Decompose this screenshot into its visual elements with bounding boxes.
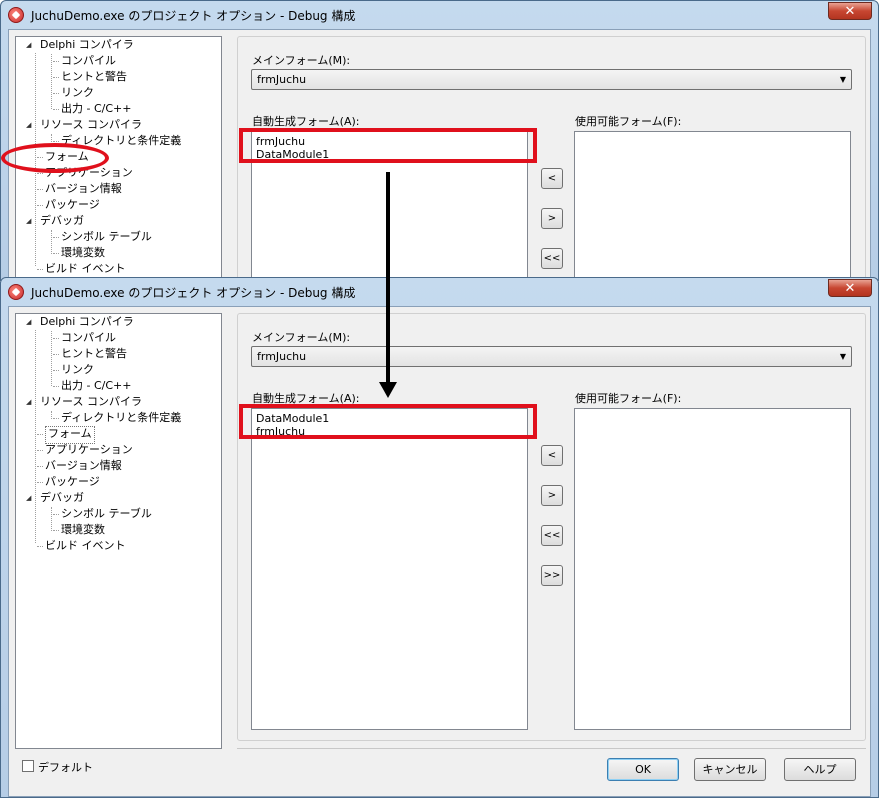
- move-all-left-button[interactable]: <<: [541, 525, 563, 546]
- title-bar[interactable]: JuchuDemo.exe のプロジェクト オプション - Debug 構成 ✕: [1, 278, 878, 306]
- tree-expand-icon[interactable]: ◢: [26, 117, 34, 133]
- help-button[interactable]: ヘルプ: [784, 758, 856, 781]
- tree-item-build-events[interactable]: ビルド イベント: [45, 538, 126, 554]
- close-icon: ✕: [844, 4, 856, 19]
- forms-panel: メインフォーム(M): frmJuchu ▼ 自動生成フォーム(A): Data…: [237, 313, 866, 741]
- tree-expand-icon[interactable]: ◢: [26, 213, 34, 229]
- default-checkbox-label[interactable]: デフォルト: [38, 759, 93, 775]
- highlight-box-bottom: [239, 404, 537, 439]
- available-label: 使用可能フォーム(F):: [575, 392, 682, 405]
- main-form-combo[interactable]: frmJuchu ▼: [251, 346, 852, 367]
- tree-item-delphi-compiler[interactable]: Delphi コンパイラ: [40, 37, 134, 53]
- main-form-label: メインフォーム(M):: [252, 54, 351, 67]
- down-arrow-head-icon: [379, 382, 397, 398]
- separator: [237, 748, 866, 749]
- options-tree[interactable]: ◢ Delphi コンパイラ コンパイル ヒントと警告 リンク 出力 - C/C…: [15, 313, 222, 749]
- bottom-dialog-window: JuchuDemo.exe のプロジェクト オプション - Debug 構成 ✕…: [0, 277, 879, 798]
- move-all-left-button[interactable]: <<: [541, 248, 563, 269]
- tree-item-delphi-compiler[interactable]: Delphi コンパイラ: [40, 314, 134, 330]
- title-bar[interactable]: JuchuDemo.exe のプロジェクト オプション - Debug 構成 ✕: [1, 1, 878, 29]
- tree-item-packages[interactable]: パッケージ: [45, 474, 100, 490]
- auto-create-label: 自動生成フォーム(A):: [252, 115, 360, 128]
- tree-item-packages[interactable]: パッケージ: [45, 197, 100, 213]
- tree-item-compile[interactable]: コンパイル: [61, 53, 116, 69]
- main-form-label: メインフォーム(M):: [252, 331, 351, 344]
- move-left-button[interactable]: <: [541, 168, 563, 189]
- tree-item-symbol-table[interactable]: シンボル テーブル: [61, 229, 152, 245]
- tree-item-build-events[interactable]: ビルド イベント: [45, 261, 126, 277]
- tree-item-compile[interactable]: コンパイル: [61, 330, 116, 346]
- close-icon: ✕: [844, 281, 856, 296]
- tree-item-debugger[interactable]: デバッガ: [40, 213, 84, 229]
- tree-item-version-info[interactable]: バージョン情報: [45, 458, 122, 474]
- tree-item-debugger[interactable]: デバッガ: [40, 490, 84, 506]
- tree-item-link[interactable]: リンク: [61, 85, 94, 101]
- tree-item-directories[interactable]: ディレクトリと条件定義: [61, 410, 181, 426]
- tree-item-version-info[interactable]: バージョン情報: [45, 181, 122, 197]
- main-form-value: frmJuchu: [257, 73, 307, 86]
- window-title: JuchuDemo.exe のプロジェクト オプション - Debug 構成: [31, 286, 356, 300]
- close-button[interactable]: ✕: [828, 2, 872, 20]
- down-arrow-icon[interactable]: ▼: [840, 70, 846, 89]
- main-form-combo[interactable]: frmJuchu ▼: [251, 69, 852, 90]
- dialog-client: ◢ Delphi コンパイラ コンパイル ヒントと警告 リンク 出力 - C/C…: [8, 306, 871, 797]
- tree-expand-icon[interactable]: ◢: [26, 314, 34, 330]
- move-right-button[interactable]: >: [541, 208, 563, 229]
- tree-item-resource-compiler[interactable]: リソース コンパイラ: [40, 117, 142, 133]
- tree-item-env-vars[interactable]: 環境変数: [61, 522, 105, 538]
- tree-expand-icon[interactable]: ◢: [26, 490, 34, 506]
- tree-expand-icon[interactable]: ◢: [26, 37, 34, 53]
- tree-item-symbol-table[interactable]: シンボル テーブル: [61, 506, 152, 522]
- close-button[interactable]: ✕: [828, 279, 872, 297]
- ok-button[interactable]: OK: [607, 758, 679, 781]
- tree-item-output-c[interactable]: 出力 - C/C++: [61, 378, 131, 394]
- highlight-oval-forms: [1, 143, 109, 173]
- tree-expand-icon[interactable]: ◢: [26, 394, 34, 410]
- available-label: 使用可能フォーム(F):: [575, 115, 682, 128]
- app-icon: [8, 7, 24, 23]
- tree-item-env-vars[interactable]: 環境変数: [61, 245, 105, 261]
- down-arrow-line: [386, 172, 390, 386]
- move-right-button[interactable]: >: [541, 485, 563, 506]
- tree-item-application[interactable]: アプリケーション: [45, 442, 133, 458]
- tree-item-link[interactable]: リンク: [61, 362, 94, 378]
- available-list[interactable]: [574, 131, 851, 280]
- tree-item-resource-compiler[interactable]: リソース コンパイラ: [40, 394, 142, 410]
- tree-item-output-c[interactable]: 出力 - C/C++: [61, 101, 131, 117]
- move-left-button[interactable]: <: [541, 445, 563, 466]
- window-title: JuchuDemo.exe のプロジェクト オプション - Debug 構成: [31, 9, 356, 23]
- tree-item-hints-warnings[interactable]: ヒントと警告: [61, 69, 127, 85]
- down-arrow-icon[interactable]: ▼: [840, 347, 846, 366]
- cancel-button[interactable]: キャンセル: [694, 758, 766, 781]
- auto-create-list[interactable]: DataModule1 frmJuchu: [251, 408, 528, 730]
- app-icon: [8, 284, 24, 300]
- main-form-value: frmJuchu: [257, 350, 307, 363]
- available-list[interactable]: [574, 408, 851, 730]
- tree-item-hints-warnings[interactable]: ヒントと警告: [61, 346, 127, 362]
- checkbox-icon[interactable]: [22, 760, 34, 772]
- highlight-box-top: [239, 128, 537, 163]
- move-all-right-button[interactable]: >>: [541, 565, 563, 586]
